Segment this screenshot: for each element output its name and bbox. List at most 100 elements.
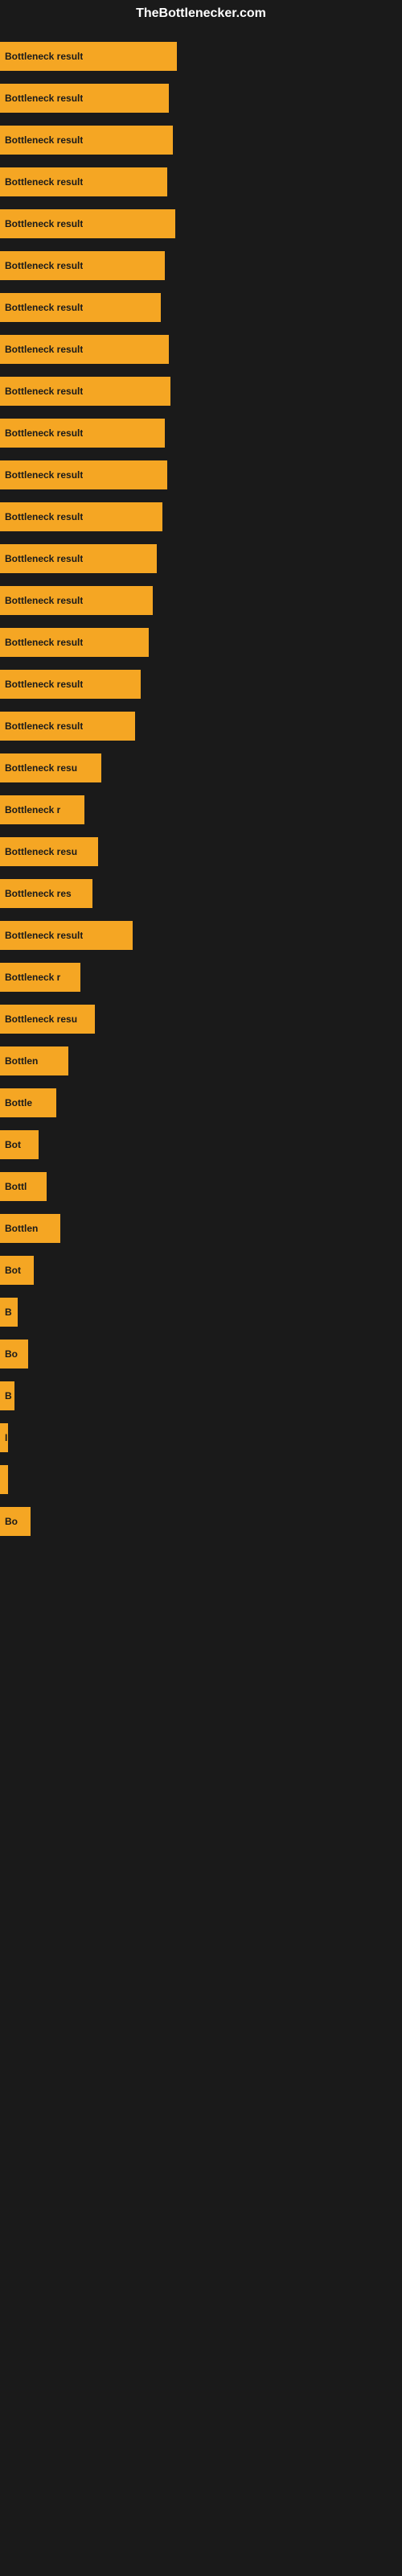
bar-row: Bottleneck result <box>0 119 402 161</box>
bar-label: Bottlen <box>5 1055 38 1067</box>
bar-row: I <box>0 1417 402 1459</box>
bar-row: Bottlen <box>0 1208 402 1249</box>
bar-row: Bottleneck result <box>0 705 402 747</box>
bar-row: Bottleneck result <box>0 663 402 705</box>
bottleneck-bar: Bottleneck res <box>0 879 92 908</box>
bottleneck-bar: Bottleneck result <box>0 377 170 406</box>
bar-label: Bottleneck res <box>5 888 72 899</box>
bar-label: Bot <box>5 1265 21 1276</box>
bar-row: Bottleneck r <box>0 789 402 831</box>
bar-row: Bottleneck resu <box>0 831 402 873</box>
bar-label: Bottleneck result <box>5 637 83 648</box>
bar-label: Bottleneck r <box>5 804 60 815</box>
bar-label: Bottleneck result <box>5 595 83 606</box>
bar-label: B <box>5 1390 12 1402</box>
bottleneck-bar: Bottleneck result <box>0 628 149 657</box>
bottleneck-bar: Bottleneck result <box>0 293 161 322</box>
bottleneck-bar: Bottleneck result <box>0 670 141 699</box>
bottleneck-bar: Bottleneck result <box>0 209 175 238</box>
bar-row: Bottleneck result <box>0 287 402 328</box>
bottleneck-bar: Bottleneck result <box>0 586 153 615</box>
bottleneck-bar: Bottleneck result <box>0 84 169 113</box>
bar-label: Bottlen <box>5 1223 38 1234</box>
bar-label: Bottleneck result <box>5 260 83 271</box>
bar-row: Bottleneck result <box>0 35 402 77</box>
bottleneck-bar: B <box>0 1298 18 1327</box>
bars-container: Bottleneck result Bottleneck result Bottle… <box>0 27 402 1550</box>
bottleneck-bar: Bo <box>0 1507 31 1536</box>
bottleneck-bar: Bottleneck result <box>0 460 167 489</box>
site-title: TheBottlenecker.com <box>0 0 402 27</box>
bar-row <box>0 1459 402 1501</box>
bottleneck-bar: Bottleneck result <box>0 921 133 950</box>
bottleneck-bar: Bottleneck resu <box>0 1005 95 1034</box>
bar-label: Bottleneck result <box>5 930 83 941</box>
bar-row: Bottl <box>0 1166 402 1208</box>
bar-label: Bottleneck result <box>5 302 83 313</box>
bar-row: Bottleneck result <box>0 580 402 621</box>
bar-row: Bottlen <box>0 1040 402 1082</box>
bar-row: Bo <box>0 1333 402 1375</box>
bottleneck-bar: Bottleneck result <box>0 167 167 196</box>
bottleneck-bar: Bottleneck result <box>0 712 135 741</box>
bar-row: Bot <box>0 1124 402 1166</box>
bar-row: Bottleneck result <box>0 538 402 580</box>
bottleneck-bar: Bottlen <box>0 1214 60 1243</box>
bar-label: Bottleneck resu <box>5 762 77 774</box>
bar-row: B <box>0 1375 402 1417</box>
bar-row: Bottleneck result <box>0 914 402 956</box>
bar-label: Bottleneck result <box>5 218 83 229</box>
bar-row: Bo <box>0 1501 402 1542</box>
bar-row: Bottleneck result <box>0 328 402 370</box>
bar-label: Bottleneck resu <box>5 846 77 857</box>
bar-label: Bottleneck result <box>5 176 83 188</box>
bottleneck-bar: I <box>0 1423 8 1452</box>
bar-label: Bottleneck result <box>5 344 83 355</box>
bar-row: Bottleneck result <box>0 412 402 454</box>
bar-label: Bottleneck result <box>5 720 83 732</box>
bar-row: Bottleneck res <box>0 873 402 914</box>
bar-label: Bottleneck result <box>5 93 83 104</box>
bottleneck-bar <box>0 1465 8 1494</box>
bar-row: B <box>0 1291 402 1333</box>
bottleneck-bar: Bottleneck result <box>0 251 165 280</box>
bar-label: Bo <box>5 1348 18 1360</box>
bottleneck-bar: Bottleneck r <box>0 795 84 824</box>
bottleneck-bar: Bottleneck result <box>0 42 177 71</box>
bottleneck-bar: Bottleneck result <box>0 419 165 448</box>
bottleneck-bar: Bottl <box>0 1172 47 1201</box>
bar-row: Bottleneck r <box>0 956 402 998</box>
bar-label: Bottleneck resu <box>5 1013 77 1025</box>
bar-label: Bot <box>5 1139 21 1150</box>
bar-row: Bottleneck result <box>0 245 402 287</box>
bar-row: Bottleneck result <box>0 496 402 538</box>
bar-row: Bottleneck result <box>0 161 402 203</box>
bottleneck-bar: Bottleneck r <box>0 963 80 992</box>
bar-row: Bottleneck result <box>0 77 402 119</box>
bar-label: Bottleneck result <box>5 511 83 522</box>
bar-row: Bottleneck resu <box>0 747 402 789</box>
bottleneck-bar: Bottleneck result <box>0 544 157 573</box>
bar-row: Bottleneck result <box>0 203 402 245</box>
bar-label: Bo <box>5 1516 18 1527</box>
bar-row: Bottleneck result <box>0 370 402 412</box>
bar-label: Bottleneck result <box>5 553 83 564</box>
bottleneck-bar: Bottleneck resu <box>0 753 101 782</box>
bar-row: Bottleneck resu <box>0 998 402 1040</box>
bar-label: Bottleneck result <box>5 469 83 481</box>
bar-label: Bottleneck result <box>5 679 83 690</box>
bar-label: Bottleneck result <box>5 51 83 62</box>
bar-label: Bottleneck result <box>5 134 83 146</box>
bar-label: Bottl <box>5 1181 27 1192</box>
bottleneck-bar: Bo <box>0 1340 28 1368</box>
bottleneck-bar: B <box>0 1381 14 1410</box>
bottleneck-bar: Bottlen <box>0 1046 68 1075</box>
bottleneck-bar: Bottleneck result <box>0 126 173 155</box>
bar-row: Bottleneck result <box>0 454 402 496</box>
bottleneck-bar: Bottle <box>0 1088 56 1117</box>
bar-row: Bot <box>0 1249 402 1291</box>
bar-label: I <box>5 1432 7 1443</box>
bar-label: Bottleneck result <box>5 427 83 439</box>
bar-label: Bottleneck result <box>5 386 83 397</box>
bottleneck-bar: Bot <box>0 1130 39 1159</box>
